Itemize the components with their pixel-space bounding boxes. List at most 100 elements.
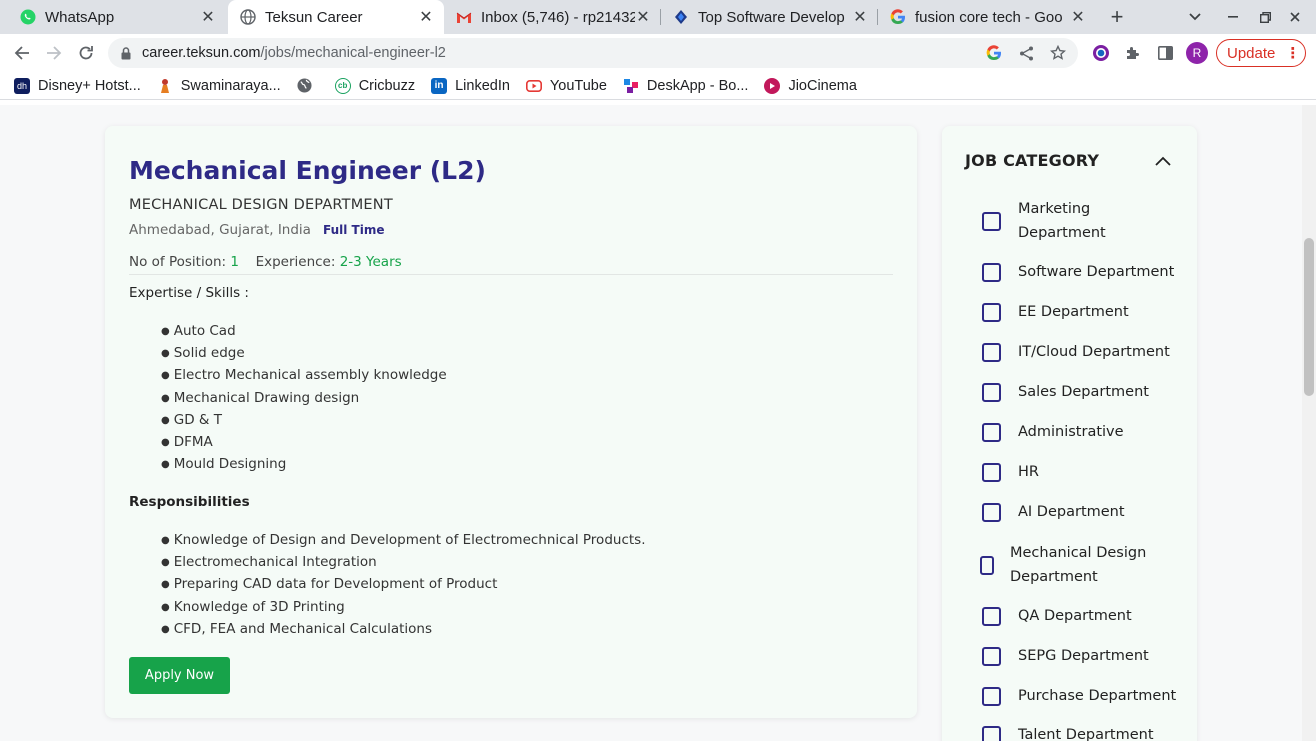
- bookmark-deskapp[interactable]: DeskApp - Bo...: [623, 78, 748, 94]
- category-label: Mechanical Design Department: [1010, 545, 1147, 585]
- tab-search-icon[interactable]: [1184, 0, 1206, 34]
- update-button[interactable]: Update ⋮: [1216, 39, 1306, 67]
- new-tab-button[interactable]: +: [1104, 0, 1130, 34]
- deskapp-icon: [623, 78, 639, 94]
- job-category-panel: JOB CATEGORY Marketing Department Softwa…: [942, 126, 1197, 741]
- category-sepg[interactable]: SEPG Department: [982, 644, 1178, 668]
- bookmark-label: Swaminaraya...: [180, 77, 281, 94]
- job-department: MECHANICAL DESIGN DEPARTMENT: [129, 197, 393, 213]
- cricbuzz-icon: cb: [334, 77, 351, 94]
- linkedin-icon: in: [431, 77, 448, 94]
- forward-arrow-icon: [47, 46, 62, 60]
- tab-title: Teksun Career: [265, 8, 363, 26]
- bookmark-label: YouTube: [549, 77, 607, 94]
- checkbox[interactable]: [982, 502, 1001, 522]
- address-bar[interactable]: career.teksun.com/jobs/mechanical-engine…: [108, 38, 1078, 68]
- list-item: Mould Designing: [161, 453, 447, 475]
- checkbox[interactable]: [982, 422, 1001, 442]
- tab-top-software[interactable]: Top Software Develop ✕: [661, 0, 878, 34]
- category-it-cloud[interactable]: IT/Cloud Department: [982, 340, 1178, 364]
- close-window-icon[interactable]: [1284, 0, 1306, 34]
- bookmark-linkedin[interactable]: in LinkedIn: [431, 77, 510, 94]
- bookmark-disney-hotstar[interactable]: dh Disney+ Hotst...: [14, 77, 141, 94]
- category-ee[interactable]: EE Department: [982, 300, 1178, 324]
- checkbox[interactable]: [982, 725, 1001, 741]
- checkbox[interactable]: [982, 262, 1001, 282]
- category-ai[interactable]: AI Department: [982, 500, 1178, 524]
- tab-gmail[interactable]: Inbox (5,746) - rp21432 ✕: [444, 0, 661, 34]
- list-item: Electromechanical Integration: [161, 551, 645, 573]
- checkbox[interactable]: [982, 462, 1001, 482]
- category-sales[interactable]: Sales Department: [982, 380, 1178, 404]
- job-meta-row: No of Position: 1 Experience: 2-3 Years: [129, 254, 402, 270]
- checkbox[interactable]: [982, 686, 1001, 706]
- close-icon[interactable]: ✕: [852, 7, 868, 27]
- list-item: Preparing CAD data for Development of Pr…: [161, 573, 645, 595]
- checkbox[interactable]: [982, 302, 1001, 322]
- bookmark-swaminarayan[interactable]: Swaminaraya...: [157, 78, 281, 94]
- hotstar-icon: dh: [14, 77, 30, 94]
- page-scrollbar[interactable]: [1302, 105, 1316, 741]
- restore-icon[interactable]: [1254, 0, 1276, 34]
- category-label: SEPG Department: [1018, 648, 1149, 664]
- google-lens-icon[interactable]: [978, 45, 1010, 61]
- checkbox[interactable]: [982, 382, 1001, 402]
- chrome-extension-icon[interactable]: [1089, 41, 1113, 65]
- category-purchase[interactable]: Purchase Department: [982, 684, 1178, 708]
- whatsapp-icon: [20, 9, 36, 25]
- tab-title: fusion core tech - Goo: [915, 8, 1063, 26]
- forward-button[interactable]: [40, 39, 68, 67]
- lock-icon[interactable]: [120, 46, 132, 60]
- share-icon[interactable]: [1010, 46, 1042, 61]
- category-administrative[interactable]: Administrative: [982, 420, 1178, 444]
- category-marketing[interactable]: Marketing Department: [982, 197, 1178, 245]
- jiocinema-icon: [764, 77, 781, 94]
- tab-whatsapp[interactable]: WhatsApp ✕: [8, 0, 226, 34]
- tab-google-search[interactable]: fusion core tech - Goo ✕: [878, 0, 1096, 34]
- category-software[interactable]: Software Department: [982, 260, 1178, 284]
- back-button[interactable]: [8, 39, 36, 67]
- close-icon[interactable]: ✕: [418, 7, 434, 27]
- youtube-icon: [525, 78, 542, 94]
- job-title: Mechanical Engineer (L2): [129, 156, 486, 185]
- category-mechanical-design[interactable]: Mechanical Design Department: [980, 541, 1170, 589]
- job-details-card: Mechanical Engineer (L2) MECHANICAL DESI…: [105, 126, 917, 718]
- checkbox[interactable]: [982, 646, 1001, 666]
- scrollbar-thumb[interactable]: [1304, 238, 1314, 396]
- checkbox[interactable]: [980, 555, 994, 575]
- category-talent[interactable]: Talent Department: [982, 723, 1178, 741]
- bookmark-cricbuzz[interactable]: cb Cricbuzz: [334, 77, 416, 94]
- category-hr[interactable]: HR: [982, 460, 1178, 484]
- checkbox[interactable]: [982, 342, 1001, 362]
- extensions-puzzle-icon[interactable]: [1121, 41, 1145, 65]
- category-qa[interactable]: QA Department: [982, 604, 1178, 628]
- url-path: /jobs/mechanical-engineer-l2: [260, 45, 446, 61]
- bookmark-jiocinema[interactable]: JioCinema: [764, 77, 857, 94]
- experience-value: 2-3 Years: [339, 254, 402, 270]
- checkbox[interactable]: [982, 211, 1001, 231]
- url-text[interactable]: career.teksun.com/jobs/mechanical-engine…: [142, 45, 446, 61]
- tab-teksun-career[interactable]: Teksun Career ✕: [228, 0, 444, 34]
- close-icon[interactable]: ✕: [200, 7, 216, 27]
- reload-button[interactable]: [72, 39, 100, 67]
- bookmark-label: LinkedIn: [455, 77, 510, 94]
- bookmark-youtube[interactable]: YouTube: [525, 77, 607, 94]
- close-icon[interactable]: ✕: [1070, 7, 1086, 27]
- category-label: Sales Department: [1018, 384, 1149, 400]
- category-label: Purchase Department: [1018, 688, 1177, 704]
- bookmark-star-icon[interactable]: [1042, 45, 1074, 61]
- checkbox[interactable]: [982, 606, 1001, 626]
- side-panel-icon[interactable]: [1153, 41, 1177, 65]
- bookmark-globe[interactable]: [297, 78, 321, 94]
- category-label: QA Department: [1018, 608, 1132, 624]
- chevron-up-icon: [1155, 156, 1171, 166]
- bookmark-label: JioCinema: [788, 77, 857, 94]
- bookmark-label: Cricbuzz: [358, 77, 416, 94]
- collapse-button[interactable]: [1152, 150, 1174, 172]
- category-label: EE Department: [1018, 304, 1129, 320]
- apply-now-button[interactable]: Apply Now: [129, 657, 230, 694]
- minimize-icon[interactable]: [1222, 0, 1244, 34]
- reload-icon: [79, 46, 93, 60]
- close-icon[interactable]: ✕: [635, 7, 651, 27]
- profile-avatar[interactable]: R: [1186, 42, 1208, 64]
